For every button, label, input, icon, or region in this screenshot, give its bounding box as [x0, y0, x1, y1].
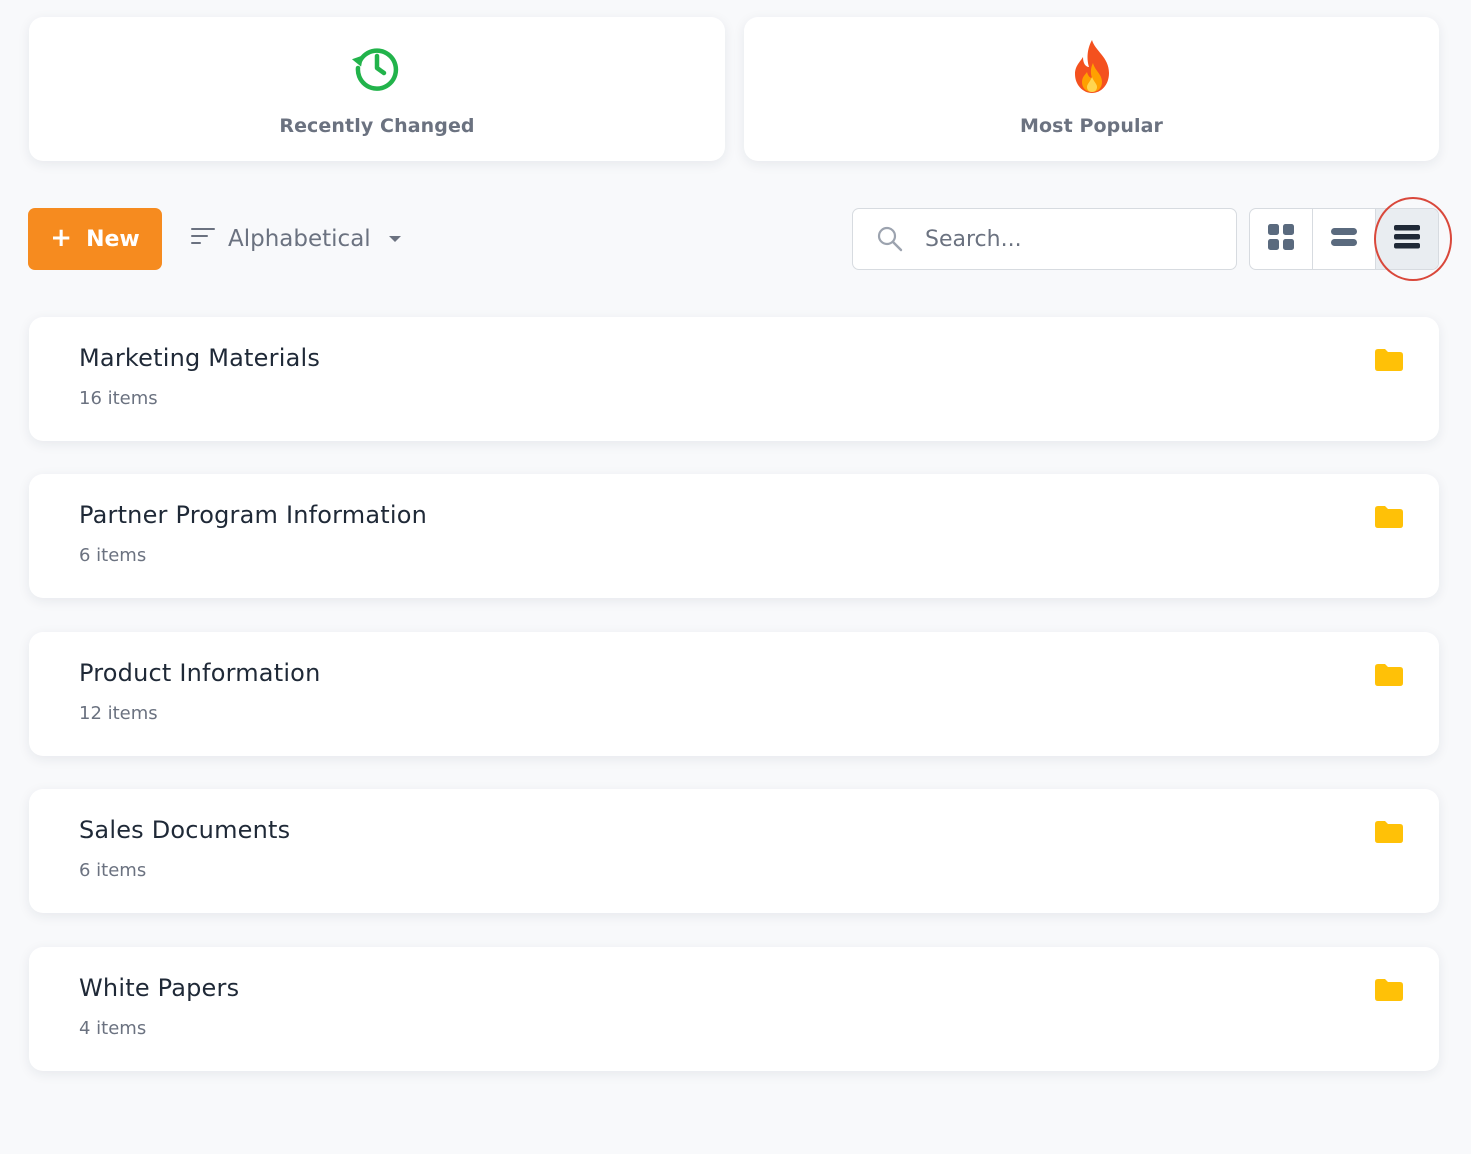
history-clock-icon — [350, 40, 404, 94]
folder-row[interactable]: White Papers 4 items — [29, 947, 1439, 1071]
most-popular-label: Most Popular — [1020, 115, 1163, 137]
recently-changed-card[interactable]: Recently Changed — [29, 17, 725, 161]
folder-icon — [1375, 506, 1403, 528]
list-view-button[interactable] — [1375, 209, 1438, 269]
folder-item-count: 4 items — [79, 1018, 147, 1039]
folder-row[interactable]: Partner Program Information 6 items — [29, 474, 1439, 598]
search-box[interactable] — [852, 208, 1237, 270]
most-popular-card[interactable]: Most Popular — [744, 17, 1439, 161]
plus-icon: + — [50, 223, 73, 253]
recently-changed-label: Recently Changed — [279, 115, 475, 137]
view-toggle-group — [1249, 208, 1439, 270]
page: Recently Changed Most Popular + New Alph… — [0, 0, 1471, 1154]
folder-row[interactable]: Marketing Materials 16 items — [29, 317, 1439, 441]
folder-item-count: 16 items — [79, 388, 158, 409]
list-icon — [1394, 225, 1420, 253]
folder-icon — [1375, 979, 1403, 1001]
caret-down-icon — [388, 236, 401, 242]
grid-icon — [1268, 224, 1294, 254]
folder-icon — [1375, 821, 1403, 843]
folder-item-count: 6 items — [79, 545, 147, 566]
folder-name: Product Information — [79, 659, 321, 687]
search-icon — [875, 224, 905, 254]
folder-icon — [1375, 664, 1403, 686]
folder-item-count: 6 items — [79, 860, 147, 881]
sort-dropdown[interactable]: Alphabetical — [190, 220, 401, 258]
new-button[interactable]: + New — [28, 208, 162, 270]
folder-name: Partner Program Information — [79, 501, 428, 529]
compact-list-icon — [1331, 227, 1357, 251]
sort-label: Alphabetical — [228, 226, 371, 252]
folder-item-count: 12 items — [79, 703, 158, 724]
search-input[interactable] — [925, 226, 1215, 252]
grid-view-button[interactable] — [1250, 209, 1312, 269]
folder-row[interactable]: Sales Documents 6 items — [29, 789, 1439, 913]
folder-row[interactable]: Product Information 12 items — [29, 632, 1439, 756]
fire-icon — [1065, 40, 1119, 94]
folder-name: Sales Documents — [79, 816, 291, 844]
folder-name: Marketing Materials — [79, 344, 321, 372]
folder-name: White Papers — [79, 974, 240, 1002]
sort-lines-icon — [190, 226, 216, 252]
folder-icon — [1375, 349, 1403, 371]
compact-list-view-button[interactable] — [1312, 209, 1375, 269]
new-button-label: New — [86, 226, 140, 252]
